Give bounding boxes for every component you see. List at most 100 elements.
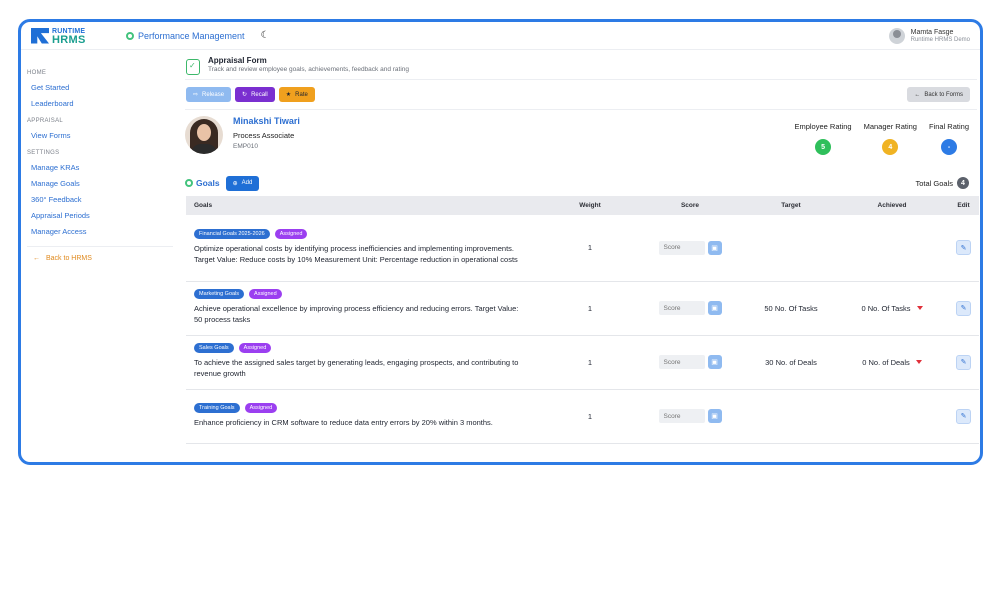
sidebar-item-manager-access[interactable]: Manager Access (21, 224, 181, 240)
column-header-edit: Edit (948, 196, 979, 215)
employee-rating-badge: 5 (815, 139, 832, 155)
sidebar-item-get-started[interactable]: Get Started (21, 80, 181, 96)
goal-achieved (836, 215, 948, 282)
table-header-row: Goals Weight Score Target Achieved Edit (186, 196, 979, 215)
employee-role: Process Associate (233, 131, 295, 140)
goal-achieved (836, 389, 948, 444)
sidebar-section-settings: SETTINGS (27, 150, 60, 156)
recall-icon: ↻ (242, 92, 248, 98)
total-goals-label: Total Goals (915, 178, 953, 188)
goal-status-badge: Assigned (274, 228, 308, 239)
app-title-label: Performance Management (138, 30, 245, 41)
app-title[interactable]: Performance Management (126, 31, 245, 41)
final-rating-label: Final Rating (928, 122, 969, 131)
sidebar-item-appraisal-periods[interactable]: Appraisal Periods (21, 208, 181, 224)
back-to-forms-label: Back to Forms (924, 91, 963, 98)
dark-mode-toggle-icon[interactable]: ☾ (261, 30, 270, 41)
edit-goal-button[interactable]: ✎ (956, 300, 971, 316)
goal-description: Optimize operational costs by identifyin… (194, 243, 518, 264)
user-menu[interactable]: Mamta Fasge Runtime HRMS Demo (888, 27, 970, 44)
table-row: Marketing Goals Assigned Achieve operati… (186, 281, 979, 336)
edit-goal-button[interactable]: ✎ (956, 408, 971, 424)
sidebar-section-home: HOME (27, 70, 47, 76)
score-input[interactable] (658, 301, 705, 315)
employee-rating: Employee Rating 5 (794, 122, 852, 155)
main-content: Appraisal Form Track and review employee… (185, 50, 979, 462)
goal-description: Achieve operational excellence by improv… (194, 304, 519, 324)
save-score-button[interactable]: ▣ (707, 409, 722, 423)
sidebar-item-manage-kras[interactable]: Manage KRAs (21, 160, 181, 176)
goal-achieved: 0 No. of Deals (862, 357, 910, 367)
user-org: Runtime HRMS Demo (910, 37, 970, 43)
goal-category-badge: Sales Goals (194, 343, 234, 353)
column-header-weight: Weight (546, 196, 634, 215)
goals-header: Goals ⊕ Add Total Goals 4 (185, 170, 977, 196)
form-header: Appraisal Form Track and review employee… (185, 50, 977, 80)
employee-photo (185, 116, 223, 154)
edit-goal-button[interactable]: ✎ (956, 354, 971, 370)
release-icon: ⇨ (193, 92, 199, 98)
goal-cell: Marketing Goals Assigned Achieve operati… (186, 281, 546, 336)
employee-name: Minakshi Tiwari (233, 116, 300, 126)
trend-down-icon (915, 360, 922, 364)
goals-title-label: Goals (196, 178, 220, 188)
save-score-button[interactable]: ▣ (707, 301, 722, 315)
sidebar-item-leaderboard[interactable]: Leaderboard (21, 96, 181, 112)
goal-weight: 1 (546, 281, 634, 336)
page-title: Appraisal Form (208, 56, 267, 65)
score-input[interactable] (658, 409, 705, 423)
sidebar-item-view-forms[interactable]: View Forms (21, 128, 181, 144)
employee-id: EMP010 (233, 143, 258, 150)
logo[interactable]: RUNTIME HRMS (31, 28, 121, 46)
logo-text-bottom: HRMS (52, 33, 86, 46)
column-header-score: Score (634, 196, 746, 215)
user-avatar (888, 27, 905, 44)
score-input[interactable] (658, 355, 705, 369)
sidebar-item-manage-goals[interactable]: Manage Goals (21, 176, 181, 192)
column-header-target: Target (746, 196, 836, 215)
manager-rating-label: Manager Rating (863, 122, 917, 131)
employee-rating-label: Employee Rating (794, 122, 852, 131)
goal-description: To achieve the assigned sales target by … (194, 358, 519, 378)
recall-button[interactable]: ↻ Recall (235, 87, 275, 102)
final-rating: Final Rating - (929, 122, 969, 155)
goal-weight: 1 (546, 215, 634, 282)
goal-cell: Sales Goals Assigned To achieve the assi… (186, 335, 546, 390)
checklist-icon (186, 58, 200, 75)
goals-icon (185, 179, 193, 187)
employee-card: Minakshi Tiwari Process Associate EMP010… (185, 110, 977, 170)
table-row: Sales Goals Assigned To achieve the assi… (186, 335, 979, 390)
goal-weight: 1 (546, 389, 634, 444)
table-row: Training Goals Assigned Enhance proficie… (186, 389, 979, 444)
app-window: RUNTIME HRMS Performance Management ☾ Ma… (18, 19, 983, 465)
goal-category-badge: Training Goals (194, 402, 240, 413)
save-score-button[interactable]: ▣ (707, 240, 722, 255)
release-button[interactable]: ⇨ Release (186, 87, 232, 102)
back-to-hrms-label: Back to HRMS (46, 255, 92, 262)
manager-rating: Manager Rating 4 (864, 122, 917, 155)
final-rating-badge: - (940, 139, 957, 155)
plus-circle-icon: ⊕ (232, 180, 238, 187)
sidebar-item-360-feedback[interactable]: 360° Feedback (21, 192, 181, 208)
edit-goal-button[interactable]: ✎ (956, 240, 971, 256)
release-button-label: Release (202, 91, 225, 98)
rate-button[interactable]: ★ Rate (278, 87, 315, 102)
add-goal-button[interactable]: ⊕ Add (225, 175, 260, 191)
goal-weight: 1 (546, 335, 634, 390)
back-to-hrms-link[interactable]: ← Back to HRMS (21, 255, 181, 262)
goal-cell: Financial Goals 2025-2026 Assigned Optim… (186, 215, 546, 282)
goal-category-badge: Marketing Goals (194, 289, 245, 299)
goal-status-badge: Assigned (249, 289, 282, 299)
goal-target (746, 389, 836, 444)
performance-icon (126, 31, 134, 40)
table-row: Financial Goals 2025-2026 Assigned Optim… (186, 215, 979, 282)
save-score-button[interactable]: ▣ (707, 355, 722, 369)
goal-achieved: 0 No. Of Tasks (861, 303, 911, 313)
score-input[interactable] (658, 240, 705, 255)
goal-target: 30 No. of Deals (746, 335, 836, 390)
sidebar-section-appraisal: APPRAISAL (27, 118, 64, 124)
back-to-forms-button[interactable]: ← Back to Forms (907, 87, 970, 102)
goal-description: Enhance proficiency in CRM software to r… (194, 417, 493, 427)
total-goals: Total Goals 4 (915, 177, 969, 189)
user-name: Mamta Fasge (910, 29, 954, 36)
